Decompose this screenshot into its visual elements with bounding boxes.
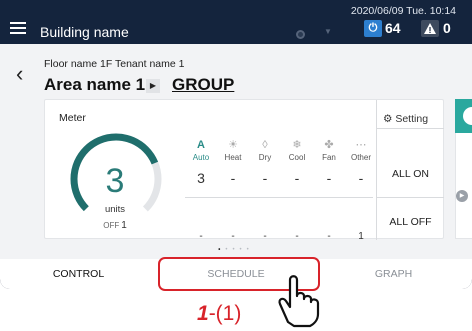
mode-on-count: - bbox=[358, 170, 364, 186]
mode-heat[interactable]: ☀ Heat - - bbox=[219, 138, 247, 242]
mode-on-count: - bbox=[294, 170, 300, 186]
datetime: 2020/06/09 Tue. 10:14 bbox=[350, 5, 456, 17]
other-mode-icon: ⋯ bbox=[355, 139, 367, 151]
mode-label: Dry bbox=[258, 153, 272, 162]
heat-mode-icon: ☀ bbox=[228, 139, 238, 151]
step-callout: 1-(1) bbox=[197, 302, 241, 326]
warning-count: 0 bbox=[443, 20, 451, 36]
group-link[interactable]: GROUP bbox=[172, 75, 234, 95]
mode-off-count: - bbox=[327, 231, 331, 242]
mode-auto[interactable]: A Auto 3 - bbox=[187, 138, 215, 242]
tab-control[interactable]: CONTROL bbox=[0, 259, 157, 289]
mode-label: Other bbox=[350, 153, 371, 162]
floor-tenant-label: Floor name 1F Tenant name 1 bbox=[44, 58, 185, 70]
building-name: Building name bbox=[40, 24, 129, 40]
mode-off-count: - bbox=[263, 231, 267, 242]
area-name: Area name 1 bbox=[44, 75, 146, 94]
hamburger-menu-icon[interactable] bbox=[10, 22, 26, 34]
mode-dry[interactable]: ◊ Dry - - bbox=[251, 138, 279, 242]
off-count: 1 bbox=[121, 220, 127, 231]
divider bbox=[376, 197, 444, 198]
next-card-header bbox=[455, 99, 472, 133]
mode-label: Auto bbox=[192, 153, 210, 162]
divider bbox=[376, 128, 444, 129]
all-on-button[interactable]: ALL ON bbox=[377, 168, 444, 180]
gear-icon: ⚙ bbox=[383, 113, 393, 125]
mode-off-count: - bbox=[231, 231, 235, 242]
mode-other[interactable]: ⋯ Other - 1 bbox=[347, 138, 375, 242]
play-icon[interactable]: ▶ bbox=[146, 79, 160, 93]
divider bbox=[185, 197, 373, 198]
mode-on-count: - bbox=[230, 170, 236, 186]
mode-label: Heat bbox=[224, 153, 242, 162]
back-arrow-icon[interactable]: ‹ bbox=[16, 63, 23, 85]
off-label: OFF bbox=[103, 221, 120, 230]
top-bar: Building name 2020/06/09 Tue. 10:14 ▼ ⏻ … bbox=[0, 0, 472, 44]
all-off-button[interactable]: ALL OFF bbox=[377, 216, 444, 228]
main-content: ‹ Floor name 1F Tenant name 1 Area name … bbox=[0, 44, 472, 259]
mode-on-count: - bbox=[262, 170, 268, 186]
power-count: 64 bbox=[385, 20, 401, 36]
mode-fan[interactable]: ✤ Fan - - bbox=[315, 138, 343, 242]
fan-mode-icon: ✤ bbox=[324, 139, 334, 151]
mode-off-count: - bbox=[295, 231, 299, 242]
units-label: units bbox=[104, 204, 126, 215]
power-icon[interactable]: ⏻ bbox=[364, 20, 382, 37]
page-indicator: ••••• bbox=[218, 247, 254, 253]
meter-card: Meter 3 units OFF 1 A Auto 3 - ☀ Heat - -… bbox=[44, 99, 444, 242]
off-count-row: OFF 1 bbox=[85, 220, 145, 231]
mode-on-count: - bbox=[326, 170, 332, 186]
mode-on-count: 3 bbox=[197, 170, 205, 186]
tab-graph[interactable]: GRAPH bbox=[315, 259, 472, 289]
step-number: 1 bbox=[197, 302, 209, 325]
next-page-arrow-icon[interactable]: ▶ bbox=[456, 190, 468, 202]
mode-label: Fan bbox=[322, 153, 336, 162]
setting-label: Setting bbox=[395, 113, 429, 125]
units-value: 3 bbox=[105, 162, 125, 200]
setting-button[interactable]: ⚙ Setting bbox=[383, 113, 428, 125]
warning-icon[interactable] bbox=[421, 20, 439, 37]
step-suffix: -(1) bbox=[208, 302, 242, 325]
cool-mode-icon: ❄ bbox=[292, 139, 302, 151]
chevron-down-icon[interactable]: ▼ bbox=[324, 27, 332, 36]
mode-cool[interactable]: ❄ Cool - - bbox=[283, 138, 311, 242]
toggle-icon[interactable] bbox=[296, 30, 305, 39]
mode-off-count: 1 bbox=[358, 231, 364, 242]
mode-label: Cool bbox=[288, 153, 306, 162]
pointing-hand-icon bbox=[278, 275, 320, 328]
mode-off-count: - bbox=[199, 231, 203, 242]
device-screen: Building name 2020/06/09 Tue. 10:14 ▼ ⏻ … bbox=[0, 0, 472, 289]
dry-mode-icon: ◊ bbox=[262, 139, 268, 151]
auto-mode-icon: A bbox=[197, 139, 205, 151]
